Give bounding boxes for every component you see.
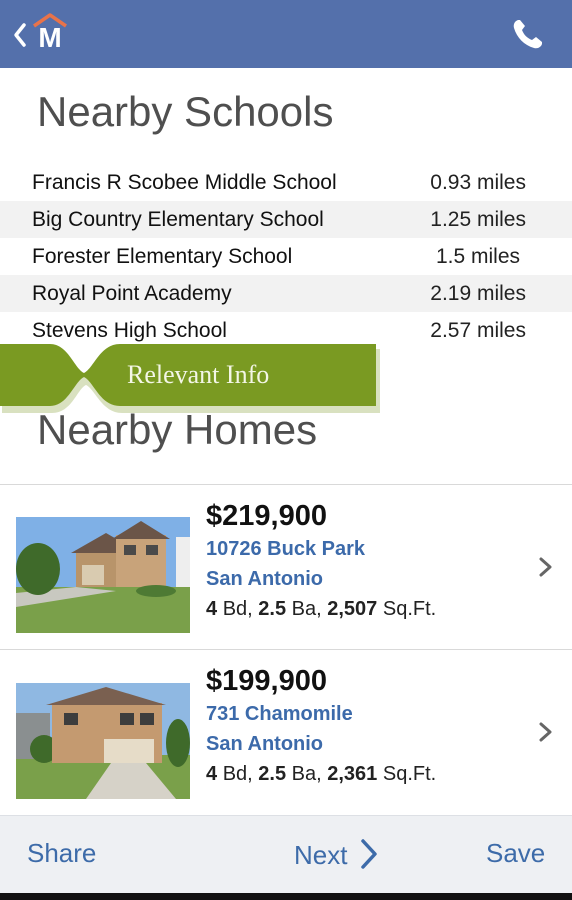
- home-photo: [16, 517, 190, 633]
- chevron-right-icon: [360, 839, 377, 869]
- home-specs: 4 Bd, 2.5 Ba, 2,361 Sq.Ft.: [206, 763, 436, 786]
- home-street[interactable]: 731 Chamomile: [206, 703, 353, 726]
- nearby-schools-heading: Nearby Schools: [37, 88, 334, 135]
- sqft-value: 2,507: [327, 598, 378, 620]
- school-name: Forester Elementary School: [32, 245, 293, 268]
- home-photo: [16, 683, 190, 799]
- chevron-right-icon: [539, 557, 552, 577]
- school-row: Big Country Elementary School 1.25 miles: [0, 201, 572, 238]
- baths-label: Ba,: [291, 763, 322, 785]
- relevant-info-label: Relevant Info: [127, 360, 270, 389]
- nearby-homes-heading: Nearby Homes: [37, 406, 318, 453]
- home-price: $199,900: [206, 665, 327, 697]
- beds-count: 4: [206, 598, 218, 620]
- home-city[interactable]: San Antonio: [206, 733, 323, 756]
- baths-label: Ba,: [291, 598, 322, 620]
- school-distance: 2.19 miles: [430, 282, 526, 305]
- school-distance: 1.5 miles: [435, 245, 520, 268]
- home-listing-card[interactable]: $199,900 731 Chamomile San Antonio 4 Bd,…: [0, 650, 572, 815]
- school-row: Francis R Scobee Middle School 0.93 mile…: [0, 164, 572, 201]
- school-distance: 2.57 miles: [430, 319, 526, 342]
- school-distance: 1.25 miles: [430, 208, 526, 231]
- sqft-label: Sq.Ft.: [382, 763, 437, 785]
- home-listing-card[interactable]: $219,900 10726 Buck Park San Antonio 4 B…: [0, 485, 572, 650]
- school-name: Royal Point Academy: [32, 282, 232, 305]
- app-logo-icon: M: [14, 13, 67, 53]
- top-app-bar: M: [0, 0, 572, 68]
- baths-count: 2.5: [258, 598, 287, 620]
- share-button[interactable]: Share: [27, 838, 96, 869]
- home-street[interactable]: 10726 Buck Park: [206, 538, 365, 561]
- beds-count: 4: [206, 763, 218, 785]
- baths-count: 2.5: [258, 763, 287, 785]
- phone-icon: [513, 20, 542, 49]
- chevron-right-icon: [539, 722, 552, 742]
- home-city[interactable]: San Antonio: [206, 568, 323, 591]
- call-button[interactable]: [504, 12, 552, 56]
- school-row: Forester Elementary School 1.5 miles: [0, 238, 572, 275]
- school-name: Big Country Elementary School: [32, 208, 324, 231]
- sqft-value: 2,361: [327, 763, 378, 785]
- svg-text:M: M: [38, 22, 61, 53]
- save-button[interactable]: Save: [486, 838, 545, 869]
- sqft-label: Sq.Ft.: [382, 598, 437, 620]
- school-name: Francis R Scobee Middle School: [32, 171, 337, 194]
- beds-label: Bd,: [222, 763, 253, 785]
- next-button[interactable]: Next: [294, 838, 379, 871]
- school-row: Royal Point Academy 2.19 miles: [0, 275, 572, 312]
- system-bar-edge: [0, 893, 572, 900]
- next-label: Next: [294, 840, 348, 870]
- school-distance: 0.93 miles: [430, 171, 526, 194]
- beds-label: Bd,: [222, 598, 253, 620]
- back-button[interactable]: M: [10, 12, 74, 56]
- home-price: $219,900: [206, 500, 327, 532]
- home-specs: 4 Bd, 2.5 Ba, 2,507 Sq.Ft.: [206, 598, 436, 621]
